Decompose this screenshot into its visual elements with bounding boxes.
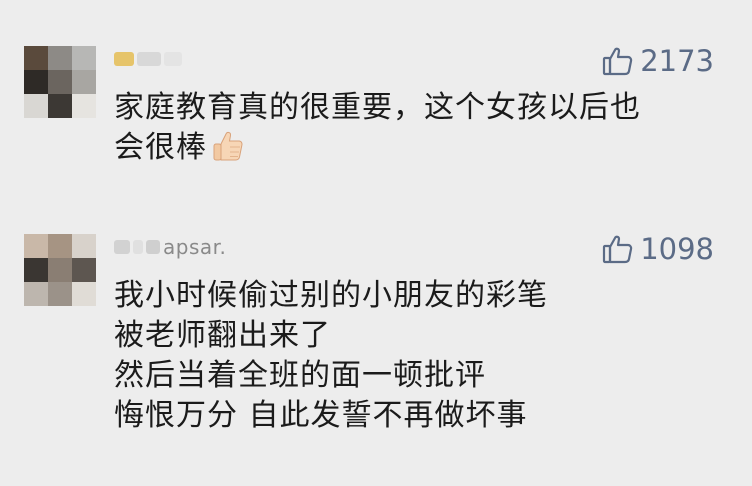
like-button[interactable]: 1098 [602,232,714,266]
username-blur [133,240,143,254]
username-blur [137,52,161,66]
username[interactable]: apsar. [114,235,227,259]
like-button[interactable]: 2173 [602,44,714,78]
username-blur [164,52,182,66]
comment-line: 家庭教育真的很重要，这个女孩以后也 [114,90,641,125]
comment-item: 2173 家庭教育真的很重要，这个女孩以后也 会很棒 [0,40,752,190]
thumbs-up-emoji-icon [211,129,245,174]
avatar[interactable] [24,234,96,306]
comment-line: 悔恨万分 自此发誓不再做坏事 [114,398,528,433]
comment-line: 然后当着全班的面一顿批评 [114,358,486,393]
username-blur [146,240,160,254]
comment-line: 我小时候偷过别的小朋友的彩笔 [114,278,548,313]
like-count: 2173 [640,44,714,78]
username[interactable] [114,48,185,70]
comment-item: apsar. 1098 我小时候偷过别的小朋友的彩笔 被老师翻出来了 然后当着全… [0,228,752,478]
comment-text: 家庭教育真的很重要，这个女孩以后也 会很棒 [114,88,724,174]
comment-line-with-emoji: 会很棒 [114,128,724,174]
like-count: 1098 [640,232,714,266]
username-blur [114,240,130,254]
thumbs-up-icon [603,235,633,264]
comment-line: 被老师翻出来了 [114,318,331,353]
avatar[interactable] [24,46,96,118]
username-blur [114,52,134,66]
username-text: apsar. [163,235,227,259]
comment-text: 我小时候偷过别的小朋友的彩笔 被老师翻出来了 然后当着全班的面一顿批评 悔恨万分… [114,276,724,436]
comment-line: 会很棒 [114,130,207,165]
thumbs-up-icon [603,47,633,76]
